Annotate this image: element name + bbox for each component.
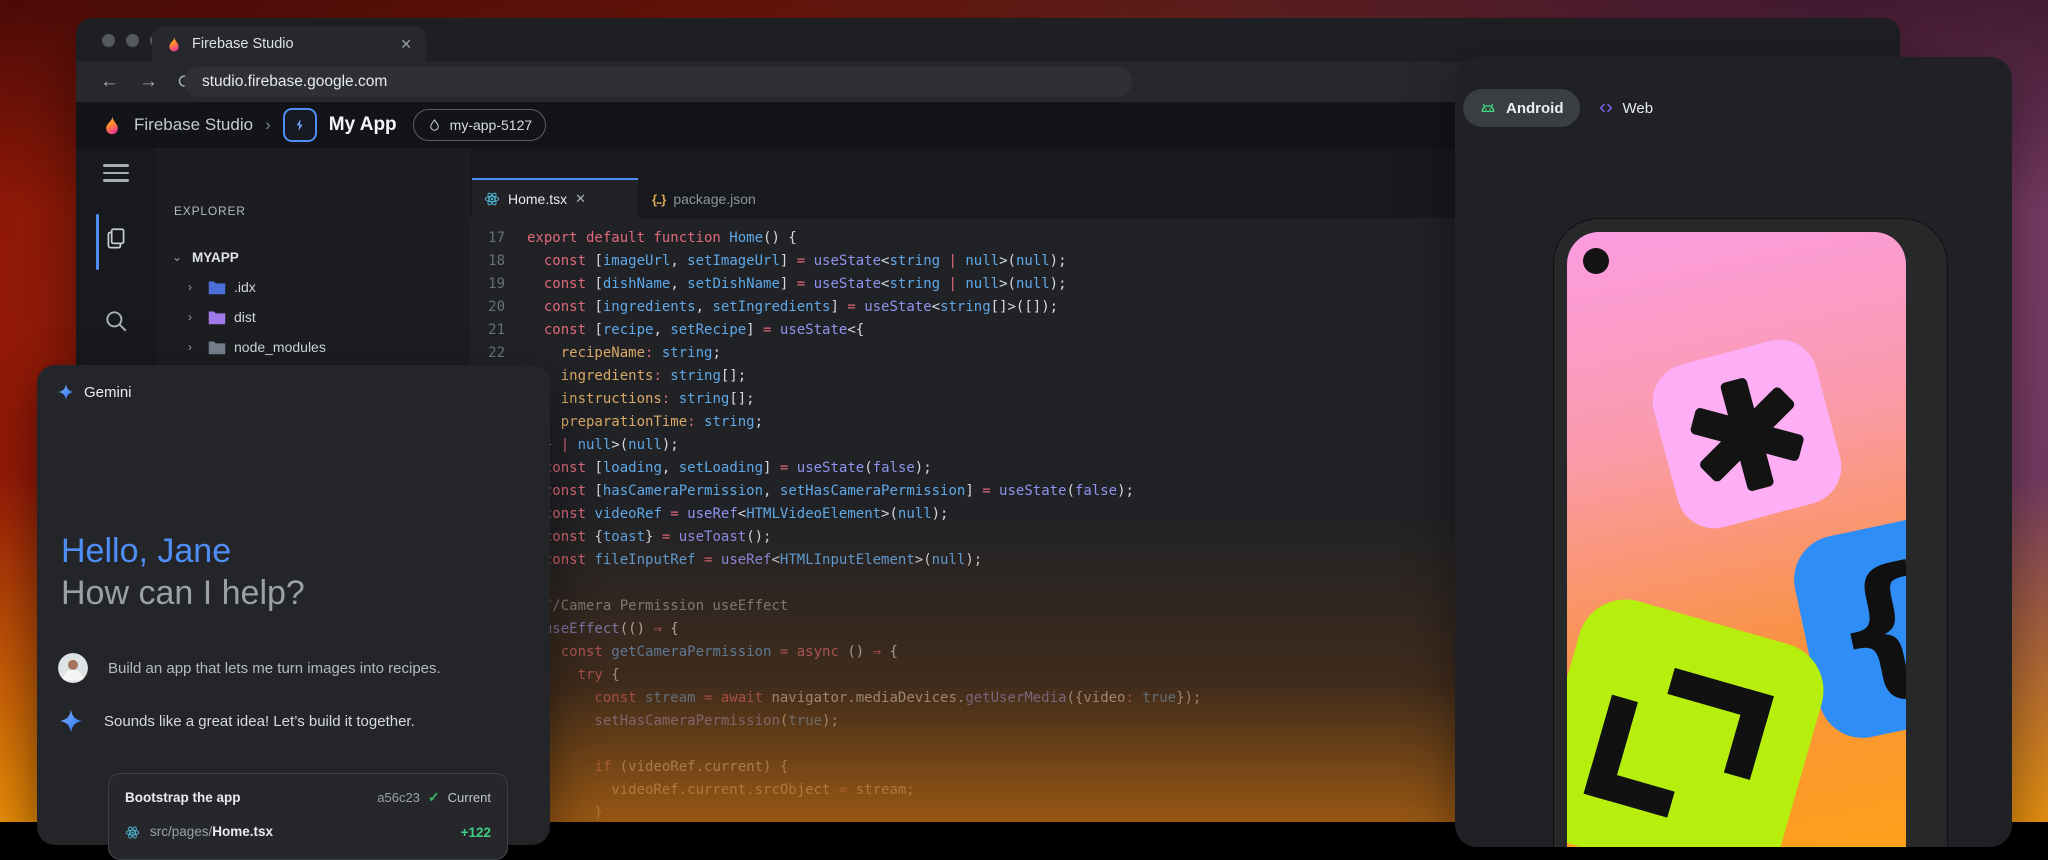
status-badge: Current (448, 790, 491, 805)
chevron-right-icon: › (188, 340, 200, 354)
address-bar[interactable]: studio.firebase.google.com (184, 67, 1132, 97)
editor-tab-home-tsx[interactable]: Home.tsx ✕ (472, 178, 638, 218)
react-icon (484, 191, 500, 207)
platform-toggle: Android Web (1463, 89, 1667, 127)
android-icon (1479, 99, 1497, 117)
file-name: Home.tsx (212, 824, 273, 839)
workspace-badge-label: my-app-5127 (450, 117, 533, 133)
breadcrumb-chevron-icon: › (265, 115, 271, 135)
preview-panel: Android Web { (1455, 57, 2012, 847)
menu-icon[interactable] (103, 164, 129, 182)
check-icon: ✓ (428, 789, 440, 806)
device-screen: { (1567, 232, 1906, 847)
changed-file-row[interactable]: src/pages/Home.tsx +122 (125, 823, 491, 841)
folder-icon (208, 280, 226, 295)
gemini-star-icon (57, 383, 75, 401)
explorer-files-icon[interactable] (103, 226, 129, 252)
task-card[interactable]: Bootstrap the app a56c23 ✓ Current src/p… (108, 773, 508, 860)
user-message-row: Build an app that lets me turn images in… (58, 653, 441, 683)
diff-additions: +122 (461, 825, 491, 840)
tree-folder-node-modules[interactable]: › node_modules (156, 332, 470, 362)
user-avatar (58, 653, 88, 683)
browser-tab[interactable]: Firebase Studio ✕ (152, 26, 426, 62)
toggle-web[interactable]: Web (1584, 89, 1668, 127)
forward-icon[interactable]: → (139, 71, 158, 93)
firebase-flame-icon (102, 115, 122, 135)
assistant-message-text: Sounds like a great idea! Let’s build it… (104, 713, 415, 730)
window-control-dot[interactable] (126, 34, 139, 47)
toggle-android[interactable]: Android (1463, 89, 1580, 127)
bracket-tile (1567, 588, 1835, 847)
chevron-right-icon: › (188, 310, 200, 324)
chevron-down-icon: ⌄ (172, 250, 184, 264)
browser-tab-strip: Firebase Studio ✕ (76, 18, 1900, 62)
app-name: My App (329, 114, 397, 136)
bracket-corner-glyph (1584, 695, 1696, 818)
tree-folder-dist[interactable]: › dist (156, 302, 470, 332)
gemini-panel-title: Gemini (84, 384, 132, 401)
file-path: src/pages/ (150, 824, 212, 839)
code-brackets-icon (1598, 100, 1614, 116)
tree-folder-idx[interactable]: › .idx (156, 272, 470, 302)
tab-close-icon[interactable]: ✕ (400, 36, 412, 53)
greeting-line1: Hello, Jane (61, 530, 305, 572)
chevron-right-icon: › (188, 280, 200, 294)
user-message-text: Build an app that lets me turn images in… (108, 660, 441, 677)
droplet-icon (427, 118, 442, 133)
explorer-title: EXPLORER (156, 148, 470, 218)
camera-punch-hole (1583, 248, 1609, 274)
curly-brace-glyph: { (1814, 532, 1906, 724)
toggle-web-label: Web (1623, 100, 1654, 117)
asterisk-tile (1644, 331, 1850, 537)
search-icon[interactable] (103, 308, 129, 334)
commit-hash: a56c23 (377, 790, 420, 805)
window-control-dot[interactable] (102, 34, 115, 47)
tree-root-myapp[interactable]: ⌄ MYAPP (156, 242, 470, 272)
gemini-panel: Gemini Hello, Jane How can I help? Build… (37, 365, 550, 845)
json-braces-icon: {..} (652, 192, 665, 207)
active-view-indicator (96, 214, 99, 270)
product-name: Firebase Studio (134, 115, 253, 135)
firebase-flame-icon (166, 36, 182, 52)
browser-tab-title: Firebase Studio (192, 36, 390, 52)
gemini-star-icon (58, 708, 84, 734)
back-icon[interactable]: ← (100, 71, 119, 93)
assistant-message-row: Sounds like a great idea! Let’s build it… (58, 708, 415, 734)
toggle-android-label: Android (1506, 100, 1564, 117)
task-card-title: Bootstrap the app (125, 790, 241, 805)
folder-icon (208, 340, 226, 355)
app-icon (283, 108, 317, 142)
greeting-line2: How can I help? (61, 572, 305, 614)
folder-icon (208, 310, 226, 325)
tab-close-icon[interactable]: ✕ (575, 191, 586, 207)
workspace-badge[interactable]: my-app-5127 (413, 109, 547, 141)
react-icon (125, 825, 140, 840)
android-device-frame: { (1553, 218, 1948, 847)
editor-tab-package-json[interactable]: {..} package.json (640, 180, 834, 218)
